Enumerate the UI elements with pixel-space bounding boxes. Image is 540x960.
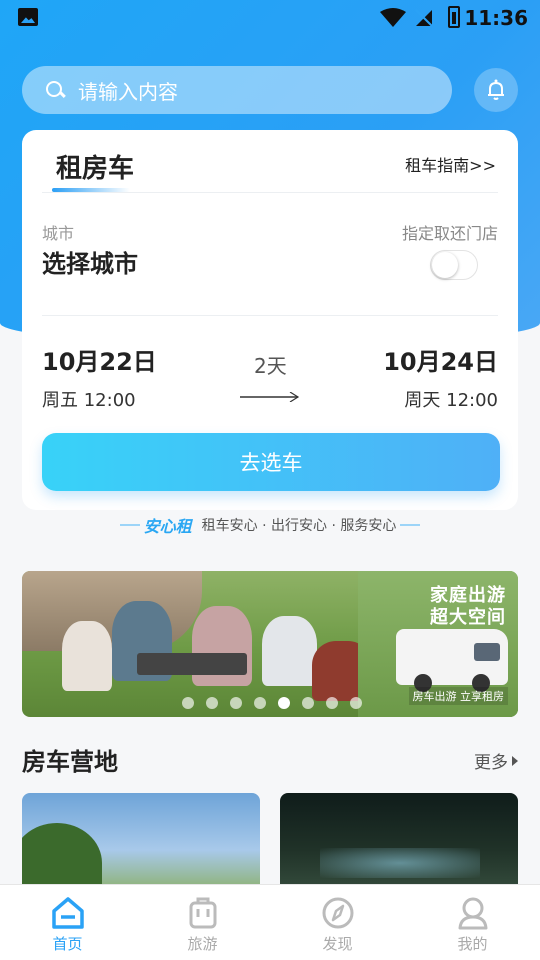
campsite-card[interactable] [280,793,518,888]
bell-icon [488,79,504,100]
compass-icon [322,897,353,929]
divider [42,315,498,316]
tab-label: 旅游 [187,935,218,953]
carousel-dot[interactable] [278,697,290,709]
card-title: 租房车 [56,154,135,184]
carousel-dot[interactable] [302,697,314,709]
tab-travel[interactable]: 旅游 [135,885,270,960]
wifi-icon [380,8,406,27]
tab-profile[interactable]: 我的 [405,885,540,960]
assurance-brand: 安心租 [143,517,192,536]
banner-footer: 房车出游 立享租房 [408,687,508,705]
carousel-dots [182,697,374,709]
signal-icon [415,9,433,27]
section-title: 房车营地 [22,748,118,776]
carousel-dot[interactable] [254,697,266,709]
return-date[interactable]: 10月24日 [383,342,498,377]
tab-label: 我的 [457,935,488,953]
promo-banner[interactable]: 家庭出游 超大空间 房车出游 立享租房 [22,571,518,717]
store-toggle[interactable] [430,250,478,280]
gallery-notification-icon [18,8,38,26]
banner-rv-image [396,629,508,692]
battery-icon [448,6,460,28]
banner-headline-2: 超大空间 [430,607,506,628]
city-selector[interactable]: 选择城市 [42,244,138,279]
city-label: 城市 [42,224,75,243]
tab-home[interactable]: 首页 [0,885,135,960]
assurance-strip: 安心租 租车安心 · 出行安心 · 服务安心 [0,512,540,538]
decorative-dash [400,524,421,526]
carousel-dot[interactable] [350,697,362,709]
search-bar[interactable]: 请输入内容 [22,66,452,114]
search-placeholder: 请输入内容 [78,79,178,104]
campsite-card[interactable] [22,793,260,888]
carousel-dot[interactable] [182,697,194,709]
tab-label: 发现 [322,935,353,953]
bottom-tab-bar: 首页 旅游 发现 我的 [0,884,540,960]
carousel-dot[interactable] [230,697,242,709]
luggage-icon [189,897,216,929]
decorative-dash [119,524,140,526]
home-icon [51,897,84,929]
pickup-date[interactable]: 10月22日 [42,342,157,377]
rental-card: 租房车 租车指南>> 城市 选择城市 指定取还门店 10月22日 周五 12:0… [22,130,518,510]
tab-label: 首页 [52,935,83,953]
more-link[interactable]: 更多 [474,748,518,773]
banner-table [137,653,247,675]
assurance-text: 租车安心 · 出行安心 · 服务安心 [201,518,397,534]
carousel-dot[interactable] [206,697,218,709]
store-toggle-label: 指定取还门店 [401,224,498,243]
carousel-dot[interactable] [326,697,338,709]
divider [42,192,498,193]
caret-right-icon [512,755,518,766]
profile-icon [458,897,487,930]
rental-duration: 2天 [254,354,287,378]
return-time[interactable]: 周天 12:00 [404,386,498,412]
status-time: 11:36 [464,6,528,30]
pickup-time[interactable]: 周五 12:00 [42,386,136,412]
status-bar: 11:36 [0,0,540,38]
choose-car-button[interactable]: 去选车 [42,433,500,491]
more-label: 更多 [474,753,508,773]
notification-button[interactable] [474,68,518,112]
arrow-right-icon [240,392,300,402]
rental-guide-link[interactable]: 租车指南>> [405,152,496,176]
toggle-knob [432,252,458,278]
search-icon [44,79,66,101]
tab-discover[interactable]: 发现 [270,885,405,960]
